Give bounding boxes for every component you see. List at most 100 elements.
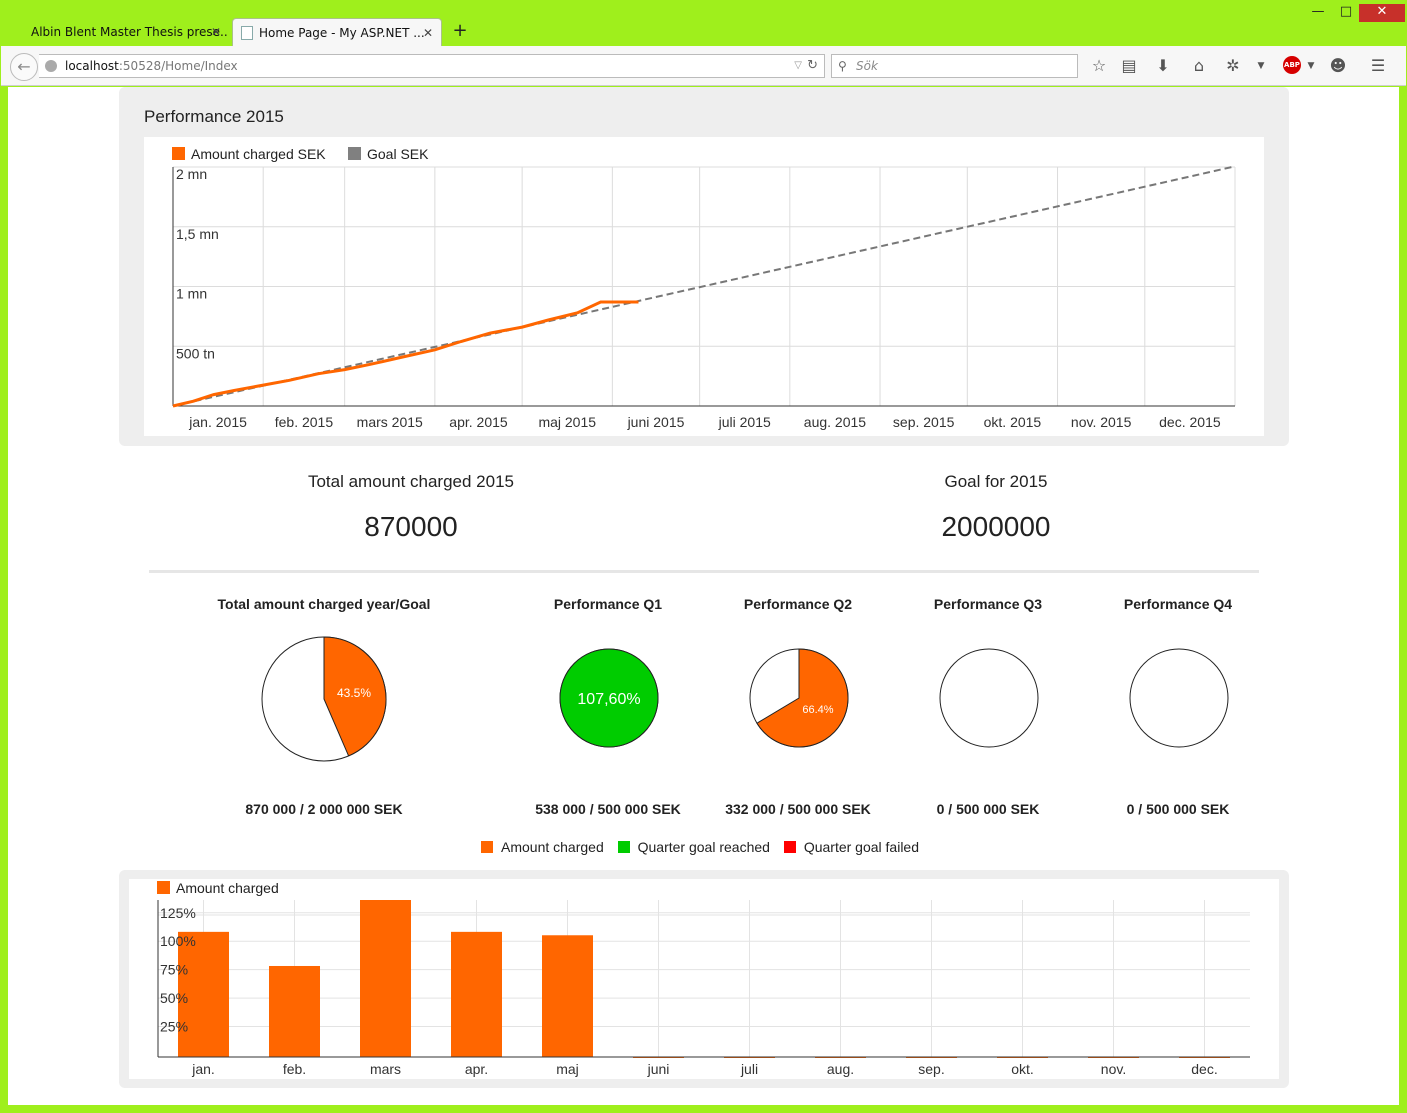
- x-tick-label: juli 2015: [718, 414, 771, 430]
- star-icon[interactable]: ☆: [1089, 56, 1109, 76]
- legend-label: Goal SEK: [367, 146, 429, 162]
- y-tick-label: 100%: [160, 933, 196, 949]
- x-tick-label: apr. 2015: [449, 414, 508, 430]
- legend-label: Quarter goal failed: [803, 839, 920, 855]
- maximize-button[interactable]: □: [1331, 4, 1361, 22]
- x-tick-label: mars: [370, 1061, 401, 1077]
- y-tick-label: 1 mn: [176, 286, 207, 302]
- legend-goal-failed: Quarter goal failed: [783, 839, 920, 855]
- pies-svg: 43.5% 107,60% 66.4%: [261, 636, 1229, 762]
- close-window-button[interactable]: ✕: [1359, 4, 1405, 22]
- y-tick-label: 50%: [160, 990, 188, 1006]
- legend-amount-charged: Amount charged: [481, 839, 604, 855]
- pie-title-q4: Performance Q4: [1123, 596, 1233, 612]
- x-tick-label: aug.: [827, 1061, 854, 1077]
- title-bar: Albin Blent Master Thesis prese... ✕ Hom…: [0, 0, 1407, 46]
- x-tick-label: apr.: [465, 1061, 488, 1077]
- dropdown-icon[interactable]: ▽: [794, 55, 802, 77]
- x-tick-label: maj: [556, 1061, 579, 1077]
- legend-swatch: [172, 147, 185, 160]
- x-tick-label: juli: [740, 1061, 758, 1077]
- x-tick-label: jan. 2015: [188, 414, 247, 430]
- pie-slice-label: 43.5%: [337, 686, 371, 700]
- extension-icon[interactable]: ✲: [1223, 56, 1243, 76]
- pie-background: [939, 648, 1039, 748]
- legend-label: Quarter goal reached: [637, 839, 770, 855]
- adblock-icon[interactable]: ABP: [1283, 56, 1301, 74]
- goal-title: Goal for 2015: [944, 472, 1048, 491]
- bar-mars: [360, 900, 411, 1057]
- download-icon[interactable]: ⬇: [1153, 56, 1173, 76]
- legend-swatch-orange: [481, 841, 493, 853]
- bar-apr.: [451, 931, 502, 1057]
- y-tick-label: 500 tn: [176, 345, 215, 361]
- x-tick-label: feb. 2015: [275, 414, 334, 430]
- x-tick-label: sep.: [918, 1061, 944, 1077]
- url-host: localhost: [65, 59, 119, 73]
- y-tick-label: 1,5 mn: [176, 226, 219, 242]
- x-tick-label: dec. 2015: [1159, 414, 1221, 430]
- x-tick-label: nov. 2015: [1071, 414, 1132, 430]
- close-tab-icon[interactable]: ✕: [423, 19, 433, 46]
- close-tab-icon[interactable]: ✕: [211, 18, 221, 46]
- search-placeholder: Sök: [856, 59, 878, 73]
- legend-label: Amount charged SEK: [191, 146, 326, 162]
- extension-dropdown-icon[interactable]: ▼: [1251, 56, 1271, 76]
- y-tick-label: 2 mn: [176, 166, 207, 182]
- pie-slice-label: 66.4%: [802, 704, 833, 716]
- page-viewport: Performance 2015 Amount charged SEK Goal …: [8, 87, 1399, 1105]
- tab-label: Home Page - My ASP.NET ...: [259, 26, 425, 40]
- legend-swatch-red: [783, 841, 796, 853]
- url-path: :50528/Home/Index: [118, 59, 238, 73]
- monthly-chart-box: Amount charged jan. feb. mars apr. maj juni jul…: [129, 879, 1279, 1079]
- home-icon[interactable]: ⌂: [1189, 56, 1209, 76]
- page-icon: [241, 26, 253, 40]
- legend-swatch: [157, 881, 170, 894]
- performance-chart-box: Amount charged SEK Goal SEK 500 tn 1 mn 1,5 …: [144, 137, 1264, 436]
- search-input[interactable]: ⚲ Sök: [831, 54, 1078, 78]
- bar-feb.: [269, 965, 320, 1057]
- y-tick-label: 25%: [160, 1019, 188, 1035]
- legend-swatch: [348, 147, 361, 160]
- x-tick-label: okt.: [1011, 1061, 1034, 1077]
- minimize-button[interactable]: —: [1303, 4, 1333, 22]
- x-tick-label: dec.: [1191, 1061, 1217, 1077]
- x-tick-label: juni 2015: [627, 414, 685, 430]
- y-tick-label: 125%: [160, 905, 196, 921]
- x-tick-label: jan.: [191, 1061, 215, 1077]
- x-tick-label: sep. 2015: [893, 414, 955, 430]
- tab-thesis[interactable]: Albin Blent Master Thesis prese... ✕: [23, 18, 229, 46]
- pie-slice-label: 107,60%: [577, 691, 640, 708]
- menu-icon[interactable]: ☰: [1368, 56, 1388, 76]
- reading-list-icon[interactable]: ▤: [1119, 56, 1139, 76]
- chat-icon[interactable]: ☻: [1328, 56, 1348, 76]
- adblock-dropdown-icon[interactable]: ▼: [1301, 56, 1321, 76]
- monthly-panel: Amount charged jan. feb. mars apr. maj juni jul…: [119, 870, 1289, 1088]
- back-button[interactable]: ←: [10, 53, 38, 81]
- pie-caption-q4: 0 / 500 000 SEK: [1126, 801, 1230, 817]
- nav-bar: ← localhost:50528/Home/Index ▽ ↻ ⚲ Sök ☆…: [1, 46, 1406, 86]
- address-bar[interactable]: localhost:50528/Home/Index ▽ ↻: [39, 54, 825, 78]
- tab-home-page[interactable]: Home Page - My ASP.NET ... ✕: [232, 18, 442, 46]
- pie-caption-year: 870 000 / 2 000 000 SEK: [245, 801, 403, 817]
- tab-label: Albin Blent Master Thesis prese...: [31, 25, 229, 39]
- series-amount-line: [172, 300, 639, 408]
- reload-icon[interactable]: ↻: [807, 55, 818, 77]
- y-tick-label: 75%: [160, 962, 188, 978]
- globe-icon: [45, 60, 57, 72]
- x-tick-label: mars 2015: [357, 414, 423, 430]
- performance-title: Performance 2015: [144, 107, 284, 126]
- total-charged-title: Total amount charged 2015: [307, 472, 515, 491]
- performance-line-chart: Amount charged SEK Goal SEK 500 tn 1 mn 1,5 …: [172, 146, 1236, 430]
- section-divider: [149, 570, 1259, 573]
- legend-goal-reached: Quarter goal reached: [617, 839, 770, 855]
- x-tick-label: nov.: [1101, 1061, 1126, 1077]
- search-icon: ⚲: [838, 59, 847, 73]
- new-tab-icon[interactable]: +: [450, 20, 470, 41]
- legend-swatch-green: [617, 841, 630, 853]
- legend-label: Amount charged: [176, 880, 279, 896]
- total-charged-value: 870000: [364, 511, 458, 542]
- pie-background: [1129, 648, 1229, 748]
- pie-title-year: Total amount charged year/Goal: [217, 596, 431, 612]
- pie-legend: Amount charged Quarter goal reached Quar…: [481, 839, 929, 855]
